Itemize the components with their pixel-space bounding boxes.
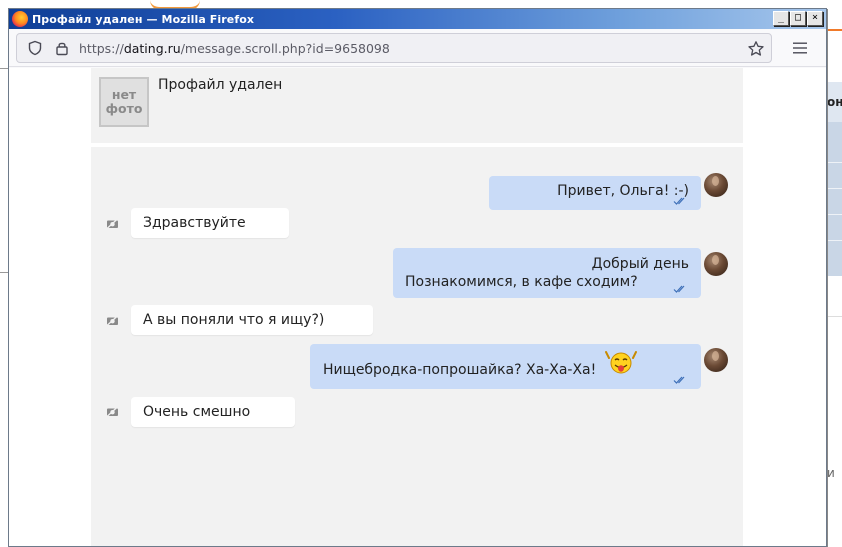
background-divider bbox=[827, 316, 842, 317]
my-avatar[interactable] bbox=[704, 173, 728, 197]
outgoing-message: Привет, Ольга! :-) bbox=[489, 176, 701, 210]
background-table-row bbox=[827, 188, 842, 189]
message-text: Нищебродка-попрошайка? Ха-Ха-Ха! bbox=[323, 362, 597, 378]
no-photo-label-line1: нет bbox=[111, 87, 137, 102]
message-text: А вы поняли что я ищу?) bbox=[143, 312, 325, 328]
background-text-fragment: и bbox=[827, 466, 835, 480]
background-table-header: онт bbox=[827, 82, 842, 122]
message-text: Здравствуйте bbox=[143, 215, 246, 231]
my-avatar[interactable] bbox=[704, 252, 728, 276]
window-controls: _ □ × bbox=[773, 11, 823, 26]
tracking-protection-shield-icon[interactable] bbox=[27, 40, 43, 56]
no-photo-camera-icon bbox=[106, 315, 119, 326]
secure-connection-lock-icon[interactable] bbox=[55, 40, 69, 56]
profile-name: Профайл удален bbox=[158, 77, 283, 93]
background-table-row bbox=[827, 240, 842, 241]
message-text-line2: Познакомимся, в кафе сходим? bbox=[405, 274, 638, 290]
firefox-popup-window: Профайл удален — Mozilla Firefox _ □ × h… bbox=[8, 8, 827, 547]
address-bar[interactable]: https://dating.ru/message.scroll.php?id=… bbox=[16, 33, 772, 63]
minimize-button[interactable]: _ bbox=[773, 11, 789, 26]
message-text: Очень смешно bbox=[143, 404, 251, 420]
incoming-message: А вы поняли что я ищу?) bbox=[131, 305, 373, 335]
read-double-check-icon bbox=[673, 197, 685, 205]
background-accent-line bbox=[827, 29, 842, 31]
maximize-button[interactable]: □ bbox=[790, 11, 806, 26]
message-text-line1: Добрый день bbox=[591, 256, 689, 272]
outgoing-message: Нищебродка-попрошайка? Ха-Ха-Ха! bbox=[310, 344, 701, 389]
read-double-check-icon bbox=[673, 285, 685, 293]
background-table-row bbox=[827, 162, 842, 163]
no-photo-label-line2: фото bbox=[105, 101, 143, 116]
incoming-message: Очень смешно bbox=[131, 397, 295, 427]
message-text: Привет, Ольга! :-) bbox=[557, 183, 689, 199]
url-text[interactable]: https://dating.ru/message.scroll.php?id=… bbox=[79, 41, 390, 56]
navigation-toolbar: https://dating.ru/message.scroll.php?id=… bbox=[9, 29, 826, 67]
incoming-message: Здравствуйте bbox=[131, 208, 289, 238]
window-titlebar[interactable]: Профайл удален — Mozilla Firefox _ □ × bbox=[9, 9, 826, 29]
profile-header: нет фото Профайл удален bbox=[91, 68, 743, 143]
url-host: dating.ru bbox=[123, 40, 181, 56]
url-prefix: https:// bbox=[79, 40, 124, 56]
no-photo-camera-icon bbox=[106, 406, 119, 417]
no-photo-camera-icon bbox=[106, 218, 119, 229]
read-double-check-icon bbox=[673, 376, 685, 384]
message-thread: Привет, Ольга! :-) Здравствуйте Добрый д… bbox=[91, 147, 743, 546]
firefox-logo-icon bbox=[12, 11, 28, 27]
url-path: /message.scroll.php?id=9658098 bbox=[180, 40, 390, 56]
tongue-out-smiley-icon bbox=[605, 351, 637, 374]
window-title: Профайл удален — Mozilla Firefox bbox=[32, 12, 255, 26]
hamburger-menu-icon[interactable] bbox=[792, 41, 808, 55]
no-photo-placeholder[interactable]: нет фото bbox=[99, 77, 149, 127]
outgoing-message: Добрый день Познакомимся, в кафе сходим? bbox=[393, 248, 701, 298]
page-content: нет фото Профайл удален Привет, Ольга! :… bbox=[9, 68, 826, 546]
my-avatar[interactable] bbox=[704, 348, 728, 372]
close-button[interactable]: × bbox=[807, 11, 823, 26]
background-table-row bbox=[827, 214, 842, 215]
bookmark-star-icon[interactable] bbox=[747, 40, 765, 58]
desktop: онт и Профайл удален — Mozilla Firefox _… bbox=[0, 0, 842, 547]
